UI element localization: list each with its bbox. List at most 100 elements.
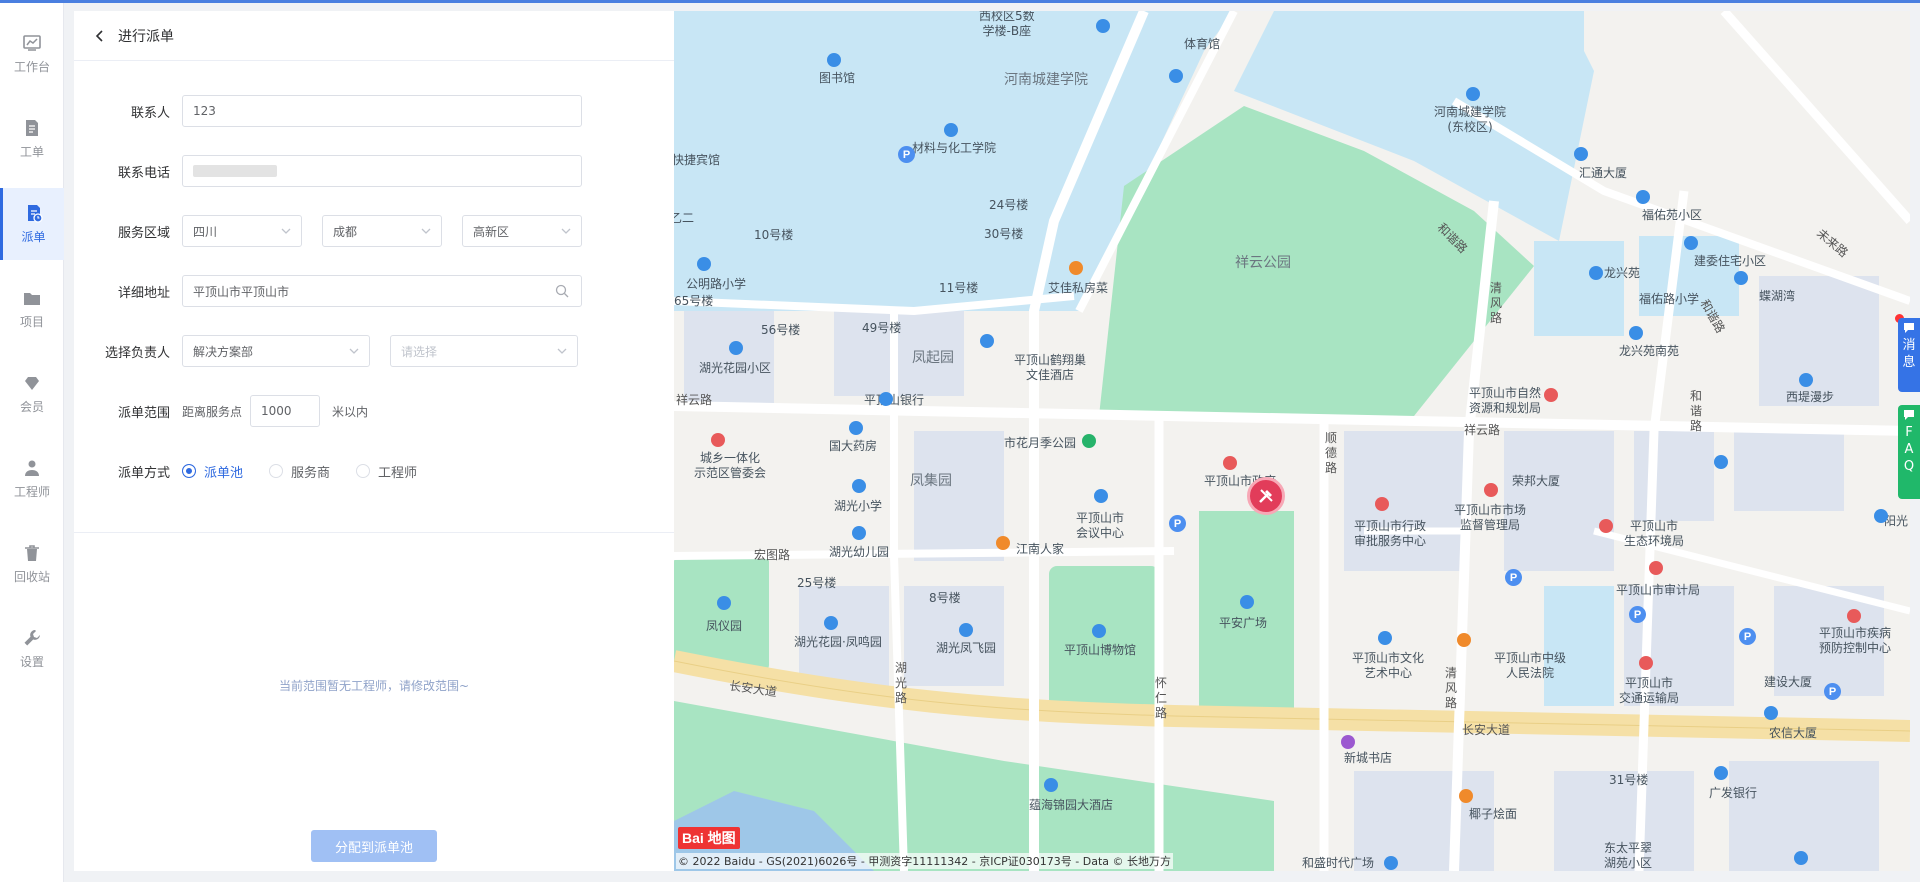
poi-marker[interactable]	[1044, 778, 1058, 792]
city-select[interactable]: 成都	[322, 215, 442, 247]
poi-marker[interactable]	[824, 616, 838, 630]
address-input[interactable]: 平顶山市平顶山市	[182, 275, 582, 307]
faq-tab[interactable]: F A Q	[1898, 405, 1920, 499]
poi-marker[interactable]	[1847, 609, 1861, 623]
poi-marker[interactable]	[1223, 456, 1237, 470]
poi-marker[interactable]	[996, 536, 1010, 550]
sidebar-item-recycle[interactable]: 回收站	[0, 528, 64, 600]
poi-marker[interactable]	[1092, 624, 1106, 638]
poi-marker[interactable]	[1794, 851, 1808, 865]
mode-radio-provider[interactable]: 服务商	[269, 462, 330, 481]
poi-marker[interactable]	[1378, 631, 1392, 645]
faq-letter: F	[1905, 425, 1913, 440]
back-arrow-icon[interactable]	[92, 28, 108, 44]
poi-marker[interactable]	[729, 341, 743, 355]
phone-input[interactable]	[182, 155, 582, 187]
poi-marker[interactable]	[1764, 706, 1778, 720]
poi-marker[interactable]	[1684, 236, 1698, 250]
poi-marker[interactable]	[849, 421, 863, 435]
search-icon[interactable]	[555, 284, 569, 298]
poi-marker[interactable]	[1544, 388, 1558, 402]
poi-marker[interactable]	[1094, 489, 1108, 503]
parking-icon[interactable]: P	[1824, 683, 1841, 700]
poi-marker[interactable]	[1639, 656, 1653, 670]
sidebar-item-label: 工作台	[13, 60, 50, 74]
poi-marker[interactable]	[1574, 147, 1588, 161]
poi-marker[interactable]	[980, 334, 994, 348]
poi-marker[interactable]	[697, 257, 711, 271]
sidebar-item-dispatch[interactable]: 派单	[0, 188, 64, 260]
poi-marker[interactable]	[1874, 509, 1888, 523]
message-tab[interactable]: 消息	[1898, 318, 1920, 392]
poi-marker[interactable]	[1169, 69, 1183, 83]
poi-marker[interactable]	[1629, 326, 1643, 340]
map-label: 西堤漫步	[1786, 390, 1835, 404]
poi-marker[interactable]	[1484, 483, 1498, 497]
poi-marker[interactable]	[1375, 497, 1389, 511]
parking-icon[interactable]: P	[1505, 569, 1522, 586]
radio-dot	[269, 464, 284, 478]
map-label: 49号楼	[862, 321, 902, 335]
range-input[interactable]: 1000	[250, 395, 321, 427]
poi-marker[interactable]	[1799, 373, 1813, 387]
parking-icon[interactable]: P	[898, 146, 915, 163]
sidebar-item-dashboard[interactable]: 工作台	[0, 18, 64, 90]
phone-row: 联系电话	[74, 155, 582, 187]
contact-input[interactable]: 123	[182, 95, 582, 127]
owner-select[interactable]: 解决方案部	[182, 335, 370, 367]
sidebar-item-tickets[interactable]: 工单	[0, 103, 64, 175]
poi-marker[interactable]	[1599, 519, 1613, 533]
sidebar-item-projects[interactable]: 项目	[0, 273, 64, 345]
poi-marker[interactable]	[852, 479, 866, 493]
faq-letter: Q	[1903, 459, 1915, 474]
district-select[interactable]: 高新区	[462, 215, 582, 247]
sidebar-item-engineers[interactable]: 工程师	[0, 443, 64, 515]
document-icon	[26, 120, 38, 136]
parking-icon[interactable]: P	[1739, 628, 1756, 645]
parking-icon[interactable]: P	[1169, 515, 1186, 532]
mode-radio-engineer[interactable]: 工程师	[356, 462, 417, 481]
poi-marker[interactable]	[1714, 455, 1728, 469]
poi-marker[interactable]	[1636, 190, 1650, 204]
map-label: 平顶山市 生态环境局	[1624, 519, 1685, 548]
service-point-marker[interactable]	[1247, 477, 1285, 515]
sidebar-item-members[interactable]: 会员	[0, 358, 64, 430]
poi-marker[interactable]	[711, 433, 725, 447]
mode-label: 派单方式	[117, 465, 170, 481]
poi-marker[interactable]	[827, 53, 841, 67]
poi-marker[interactable]	[1714, 766, 1728, 780]
poi-marker[interactable]	[1096, 19, 1110, 33]
sidebar-item-label: 设置	[19, 655, 44, 669]
province-select[interactable]: 四川	[182, 215, 302, 247]
poi-marker[interactable]	[1589, 266, 1603, 280]
owner-secondary-select[interactable]: 请选择	[390, 335, 578, 367]
mode-radio-pool[interactable]: 派单池	[182, 462, 243, 481]
map-label: 凤起园	[912, 350, 954, 366]
assign-to-pool-button[interactable]: 分配到派单池	[311, 830, 437, 862]
city-value: 成都	[333, 224, 358, 239]
poi-marker[interactable]	[1069, 261, 1083, 275]
map-label: 龙兴苑	[1604, 266, 1641, 280]
poi-marker[interactable]	[1082, 434, 1096, 448]
radio-label: 服务商	[291, 465, 331, 481]
top-accent-line	[0, 0, 1920, 3]
parking-icon[interactable]: P	[1629, 606, 1646, 623]
page-title: 进行派单	[118, 28, 174, 45]
poi-marker[interactable]	[1734, 271, 1748, 285]
poi-marker[interactable]	[1384, 856, 1398, 870]
sidebar-item-settings[interactable]: 设置	[0, 613, 64, 685]
poi-marker[interactable]	[1459, 789, 1473, 803]
map-view[interactable]: 西校区5数 学楼-B座 体育馆 图书馆 河南城建学院 河南城建学院 (东校区) …	[674, 11, 1910, 871]
poi-marker[interactable]	[852, 526, 866, 540]
poi-marker[interactable]	[1466, 87, 1480, 101]
poi-marker[interactable]	[717, 596, 731, 610]
owner-value: 解决方案部	[193, 344, 254, 359]
poi-marker[interactable]	[879, 392, 893, 406]
poi-marker[interactable]	[1240, 595, 1254, 609]
poi-marker[interactable]	[1649, 561, 1663, 575]
map-label: 宏图路	[754, 548, 791, 562]
poi-marker[interactable]	[1341, 735, 1355, 749]
poi-marker[interactable]	[959, 623, 973, 637]
poi-marker[interactable]	[1457, 633, 1471, 647]
poi-marker[interactable]	[944, 123, 958, 137]
